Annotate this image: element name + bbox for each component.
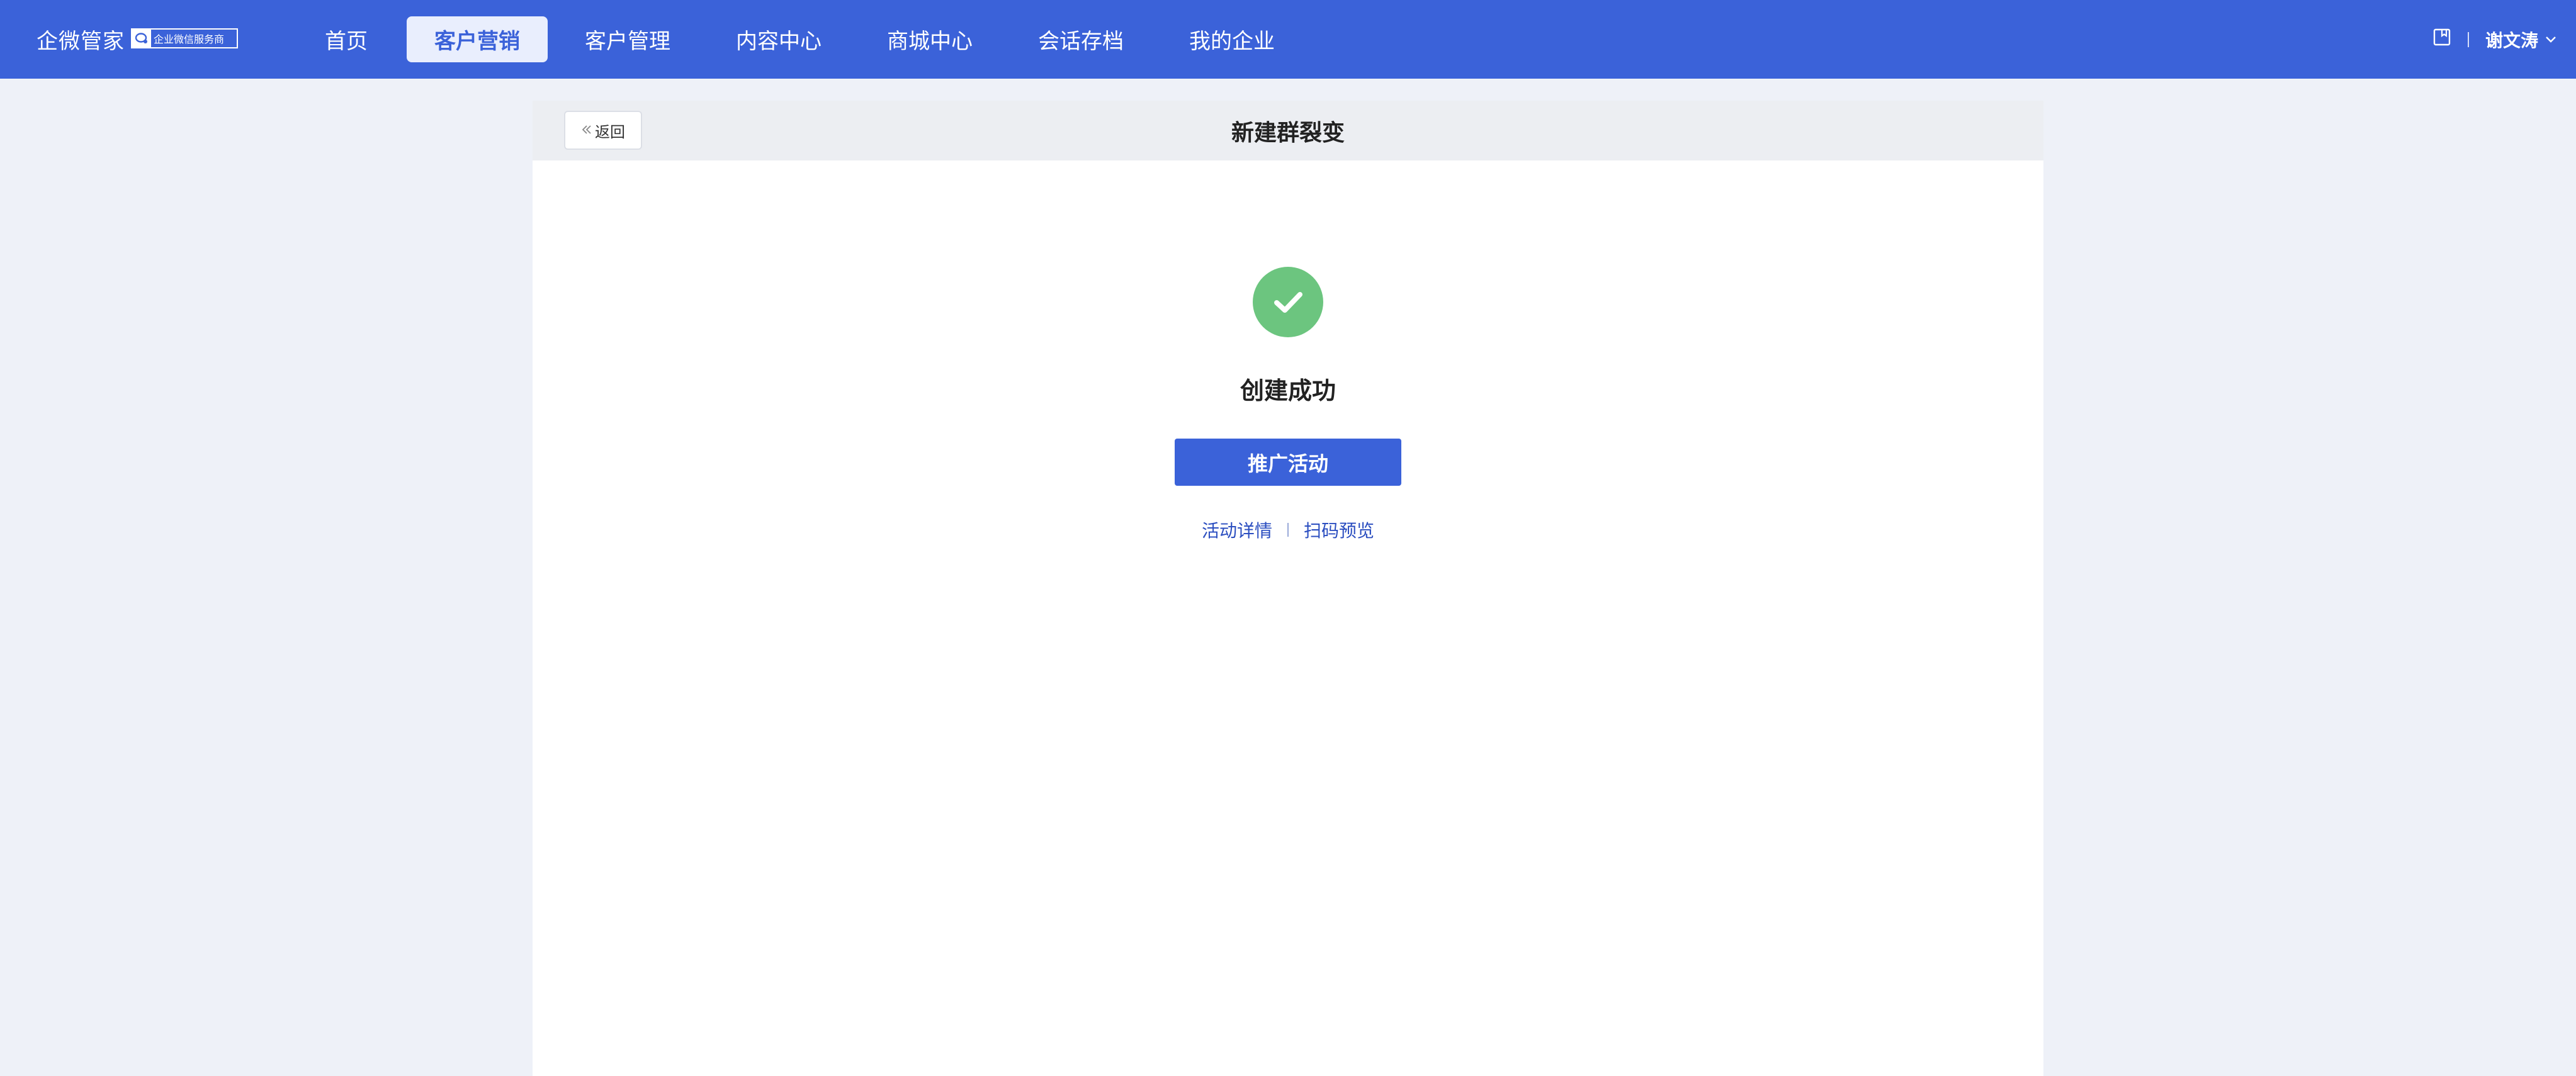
success-message: 创建成功 <box>1240 377 1336 405</box>
divider <box>2467 31 2469 47</box>
nav-customer-management[interactable]: 客户管理 <box>554 16 701 62</box>
user-name: 谢文涛 <box>2485 30 2538 51</box>
brand-name: 企微管家 <box>37 29 125 54</box>
panel-header: 新建群裂变 返回 <box>533 101 2043 160</box>
nav-label: 我的企业 <box>1189 29 1275 54</box>
user-menu[interactable]: 谢文涛 <box>2485 27 2557 52</box>
brand-logo[interactable]: 企微管家 <box>37 0 125 79</box>
promote-activity-button[interactable]: 推广活动 <box>1175 439 1401 486</box>
success-check-icon <box>1253 267 1323 337</box>
action-links: 活动详情 扫码预览 <box>533 517 2043 542</box>
nav-home[interactable]: 首页 <box>302 16 390 62</box>
back-label: 返回 <box>595 123 625 141</box>
nav-label: 客户营销 <box>434 29 520 54</box>
double-chevron-left-icon <box>581 121 592 139</box>
main-panel: 新建群裂变 返回 创建成功 推广活动 活动详情 扫码预览 <box>533 101 2043 1076</box>
nav-my-enterprise[interactable]: 我的企业 <box>1158 16 1306 62</box>
nav-mall-center[interactable]: 商城中心 <box>856 16 1003 62</box>
activity-detail-link[interactable]: 活动详情 <box>1202 517 1272 542</box>
nav-label: 商城中心 <box>887 29 973 54</box>
nav-customer-marketing[interactable]: 客户营销 <box>407 16 548 62</box>
page-title: 新建群裂变 <box>1231 120 1345 146</box>
nav-chat-archive[interactable]: 会话存档 <box>1007 16 1155 62</box>
wecom-icon <box>132 30 151 47</box>
scan-preview-link[interactable]: 扫码预览 <box>1304 517 1374 542</box>
service-provider-badge: 企业微信服务商 <box>131 28 238 48</box>
chevron-down-icon <box>2545 35 2557 44</box>
top-navigation-bar: 企微管家 企业微信服务商 首页 客户营销 客户管理 内容中心 商城中心 会话存档… <box>0 0 2576 79</box>
divider <box>1287 523 1289 537</box>
book-icon[interactable] <box>2432 28 2451 51</box>
nav-content-center[interactable]: 内容中心 <box>705 16 852 62</box>
user-area: 谢文涛 <box>2432 0 2557 79</box>
promote-label: 推广活动 <box>1247 451 1328 476</box>
back-button[interactable]: 返回 <box>564 111 642 150</box>
badge-text: 企业微信服务商 <box>154 33 225 45</box>
nav-label: 客户管理 <box>585 29 670 54</box>
nav-label: 会话存档 <box>1038 29 1124 54</box>
nav-label: 内容中心 <box>736 29 822 54</box>
nav-label: 首页 <box>325 29 368 54</box>
